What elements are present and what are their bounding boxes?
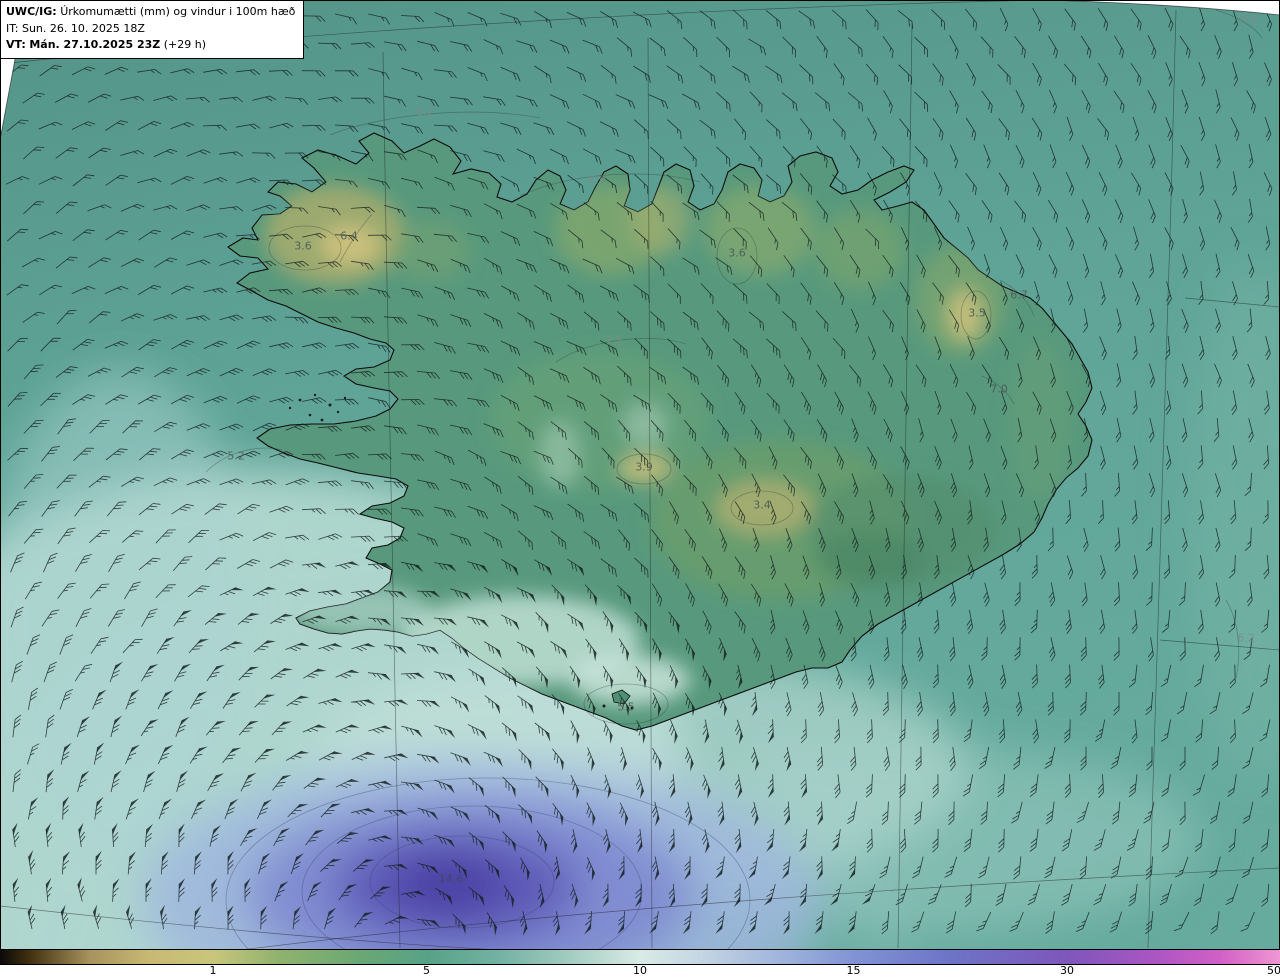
colorbar-tick-label: 15: [847, 964, 861, 977]
colorbar-gradient: [0, 950, 1280, 965]
colorbar-tick-label: 50: [1267, 964, 1280, 977]
init-label: IT:: [6, 22, 18, 35]
init-value: Sun. 26. 10. 2025 18Z: [22, 22, 145, 35]
product-label: UWC/IG:: [6, 5, 57, 18]
colorbar-ticks: 1510153050: [0, 965, 1280, 978]
weather-map-svg: [0, 0, 1280, 950]
colorbar-tick-label: 1: [209, 964, 216, 977]
product-title: Úrkomumætti (mm) og vindur i 100m hæð: [60, 5, 295, 18]
valid-time-line: VT: Mán. 27.10.2025 23Z (+29 h): [6, 37, 295, 54]
valid-offset: (+29 h): [164, 38, 206, 51]
info-box: UWC/IG: Úrkomumætti (mm) og vindur i 100…: [0, 0, 304, 59]
colorbar-tick-label: 5: [423, 964, 430, 977]
valid-label: VT:: [6, 38, 26, 51]
weather-map-screen: 4.66.26.96.43.63.66.73.57.57.05.23.93.46…: [0, 0, 1280, 978]
product-line: UWC/IG: Úrkomumætti (mm) og vindur i 100…: [6, 4, 295, 21]
map-area: 4.66.26.96.43.63.66.73.57.57.05.23.93.46…: [0, 0, 1280, 950]
colorbar-tick-label: 10: [633, 964, 647, 977]
valid-value: Mán. 27.10.2025 23Z: [29, 38, 160, 51]
colorbar-tick-label: 30: [1060, 964, 1074, 977]
init-time-line: IT: Sun. 26. 10. 2025 18Z: [6, 21, 295, 38]
colorbar: 1510153050: [0, 950, 1280, 978]
